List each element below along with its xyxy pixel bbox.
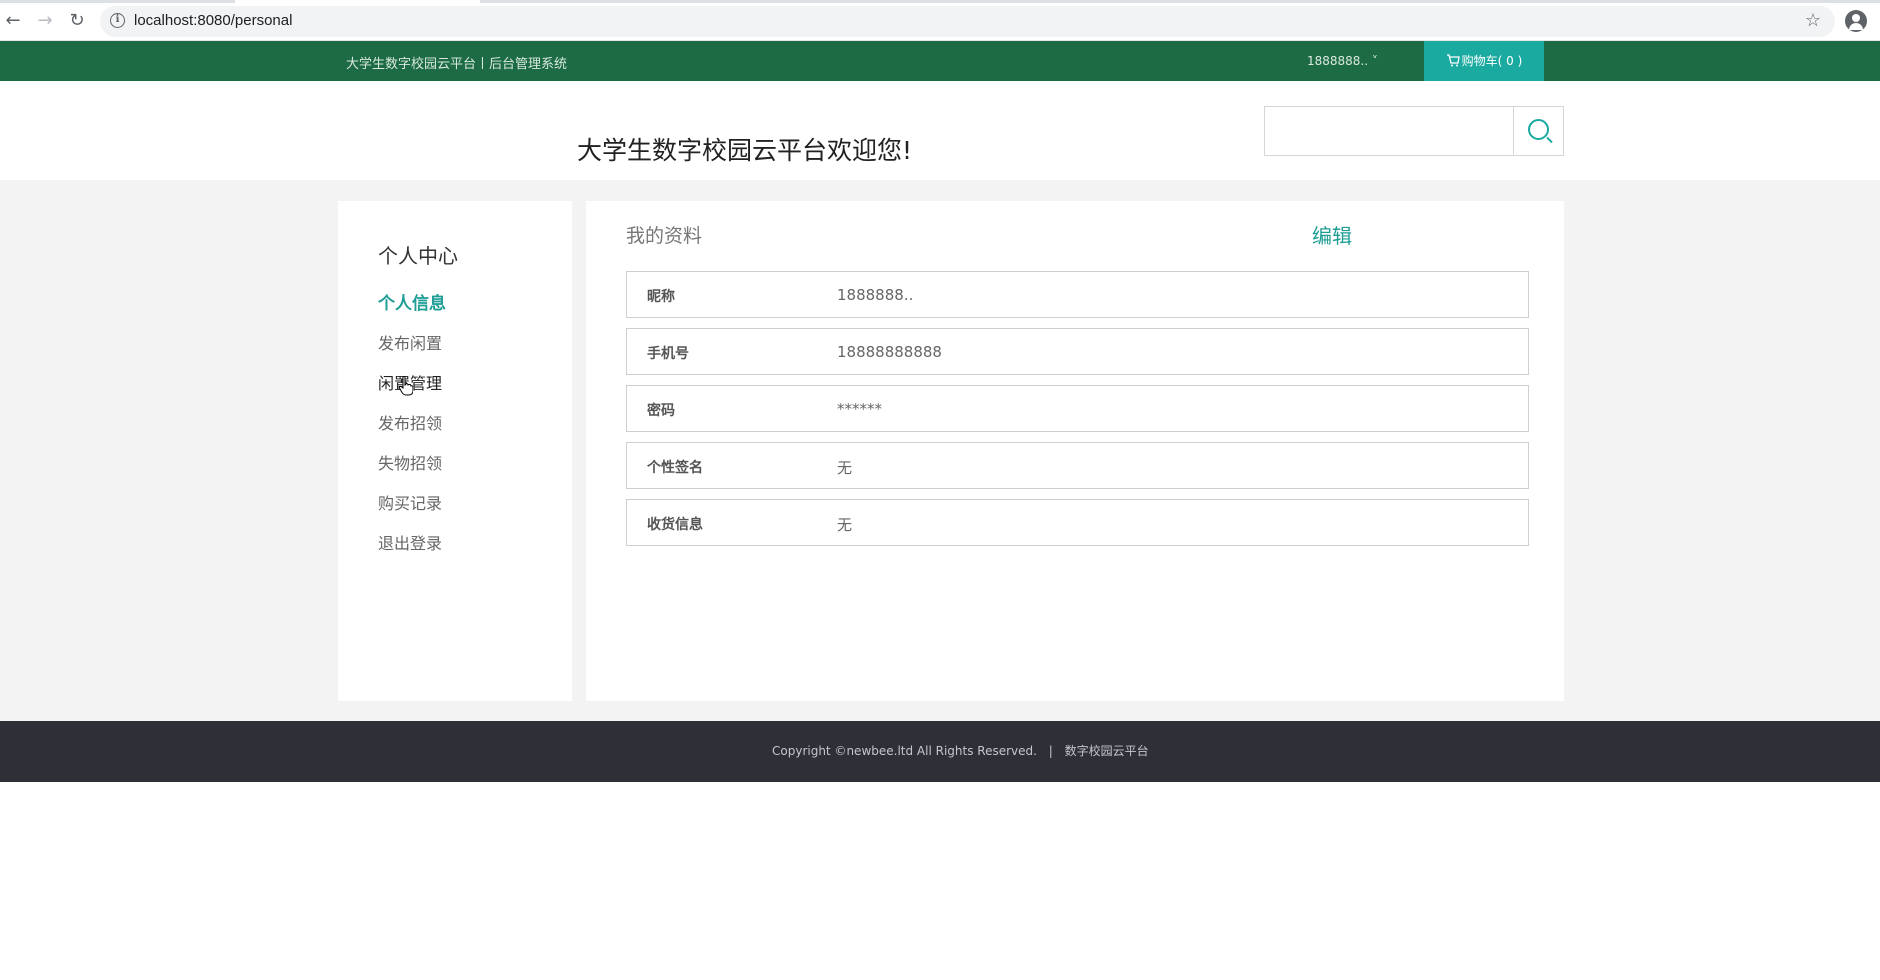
field-label: 手机号 xyxy=(647,346,689,362)
search-button[interactable] xyxy=(1514,106,1564,156)
search-icon-handle xyxy=(1546,136,1553,144)
search-input[interactable] xyxy=(1264,106,1514,156)
field-label: 个性签名 xyxy=(647,460,703,476)
welcome-title: 大学生数字校园云平台欢迎您! xyxy=(577,136,913,165)
sidebar-title: 个人中心 xyxy=(378,244,458,268)
address-bar[interactable]: i localhost:8080/personal ☆ xyxy=(100,6,1835,37)
sidebar-item-lost-found[interactable]: 失物招领 xyxy=(378,450,442,474)
tab-strip xyxy=(0,0,1880,3)
tab-strip-right xyxy=(480,0,1880,3)
cart-label: 购物车( 0 ) xyxy=(1461,54,1523,68)
profile-row-shipping: 收货信息 无 xyxy=(626,499,1529,546)
field-value: 18888888888 xyxy=(837,343,942,361)
profile-row-password: 密码 ****** xyxy=(626,385,1529,432)
back-icon[interactable]: ← xyxy=(2,10,24,32)
field-label: 密码 xyxy=(647,403,675,419)
sidebar-item-personal-info[interactable]: 个人信息 xyxy=(378,289,446,314)
reload-icon[interactable]: ↻ xyxy=(66,10,88,32)
site-header: 大学生数字校园云平台欢迎您! xyxy=(0,81,1880,180)
brand-link[interactable]: 大学生数字校园云平台丨后台管理系统 xyxy=(346,53,567,72)
footer-separator: | xyxy=(1048,744,1053,758)
field-label: 收货信息 xyxy=(647,517,703,533)
address-url[interactable]: localhost:8080/personal xyxy=(134,12,292,29)
bookmark-star-icon[interactable]: ☆ xyxy=(1805,10,1821,31)
content-area: 个人中心 个人信息 发布闲置 闲置管理 发布招领 失物招领 购买记录 退出登录 … xyxy=(0,180,1880,721)
personal-sidebar: 个人中心 个人信息 发布闲置 闲置管理 发布招领 失物招领 购买记录 退出登录 xyxy=(338,201,572,701)
cart-icon xyxy=(1446,54,1460,67)
footer-copyright: Copyright ©newbee.ltd All Rights Reserve… xyxy=(772,744,1037,758)
site-footer: Copyright ©newbee.ltd All Rights Reserve… xyxy=(0,721,1880,782)
browser-profile-icon[interactable] xyxy=(1845,10,1867,32)
sidebar-item-publish-idle[interactable]: 发布闲置 xyxy=(378,330,442,354)
user-dropdown[interactable]: 1888888.. ˅ xyxy=(1307,54,1378,68)
top-navbar: 大学生数字校园云平台丨后台管理系统 1888888.. ˅ 购物车( 0 ) xyxy=(0,41,1880,81)
sidebar-item-publish-found[interactable]: 发布招领 xyxy=(378,410,442,434)
tab-strip-left xyxy=(0,0,235,3)
field-label: 昵称 xyxy=(647,289,675,305)
profile-row-nickname: 昵称 1888888.. xyxy=(626,271,1529,318)
field-value: ****** xyxy=(837,400,882,418)
forward-icon[interactable]: → xyxy=(34,10,56,32)
profile-panel: 我的资料 编辑 昵称 1888888.. 手机号 18888888888 密码 … xyxy=(586,201,1564,701)
browser-toolbar: ← → ↻ i localhost:8080/personal ☆ xyxy=(0,0,1880,41)
sidebar-item-logout[interactable]: 退出登录 xyxy=(378,530,442,554)
field-value: 1888888.. xyxy=(837,286,914,304)
footer-text: Copyright ©newbee.ltd All Rights Reserve… xyxy=(772,742,1149,759)
profile-heading: 我的资料 xyxy=(626,225,703,247)
cart-button[interactable]: 购物车( 0 ) xyxy=(1424,41,1544,81)
profile-row-signature: 个性签名 无 xyxy=(626,442,1529,489)
sidebar-item-purchase-records[interactable]: 购买记录 xyxy=(378,490,442,514)
profile-row-phone: 手机号 18888888888 xyxy=(626,328,1529,375)
footer-platform-link[interactable]: 数字校园云平台 xyxy=(1065,744,1149,758)
site-info-icon[interactable]: i xyxy=(110,13,125,28)
field-value: 无 xyxy=(837,459,853,477)
mouse-cursor-icon xyxy=(399,376,413,396)
edit-link[interactable]: 编辑 xyxy=(1312,220,1352,249)
field-value: 无 xyxy=(837,516,853,534)
